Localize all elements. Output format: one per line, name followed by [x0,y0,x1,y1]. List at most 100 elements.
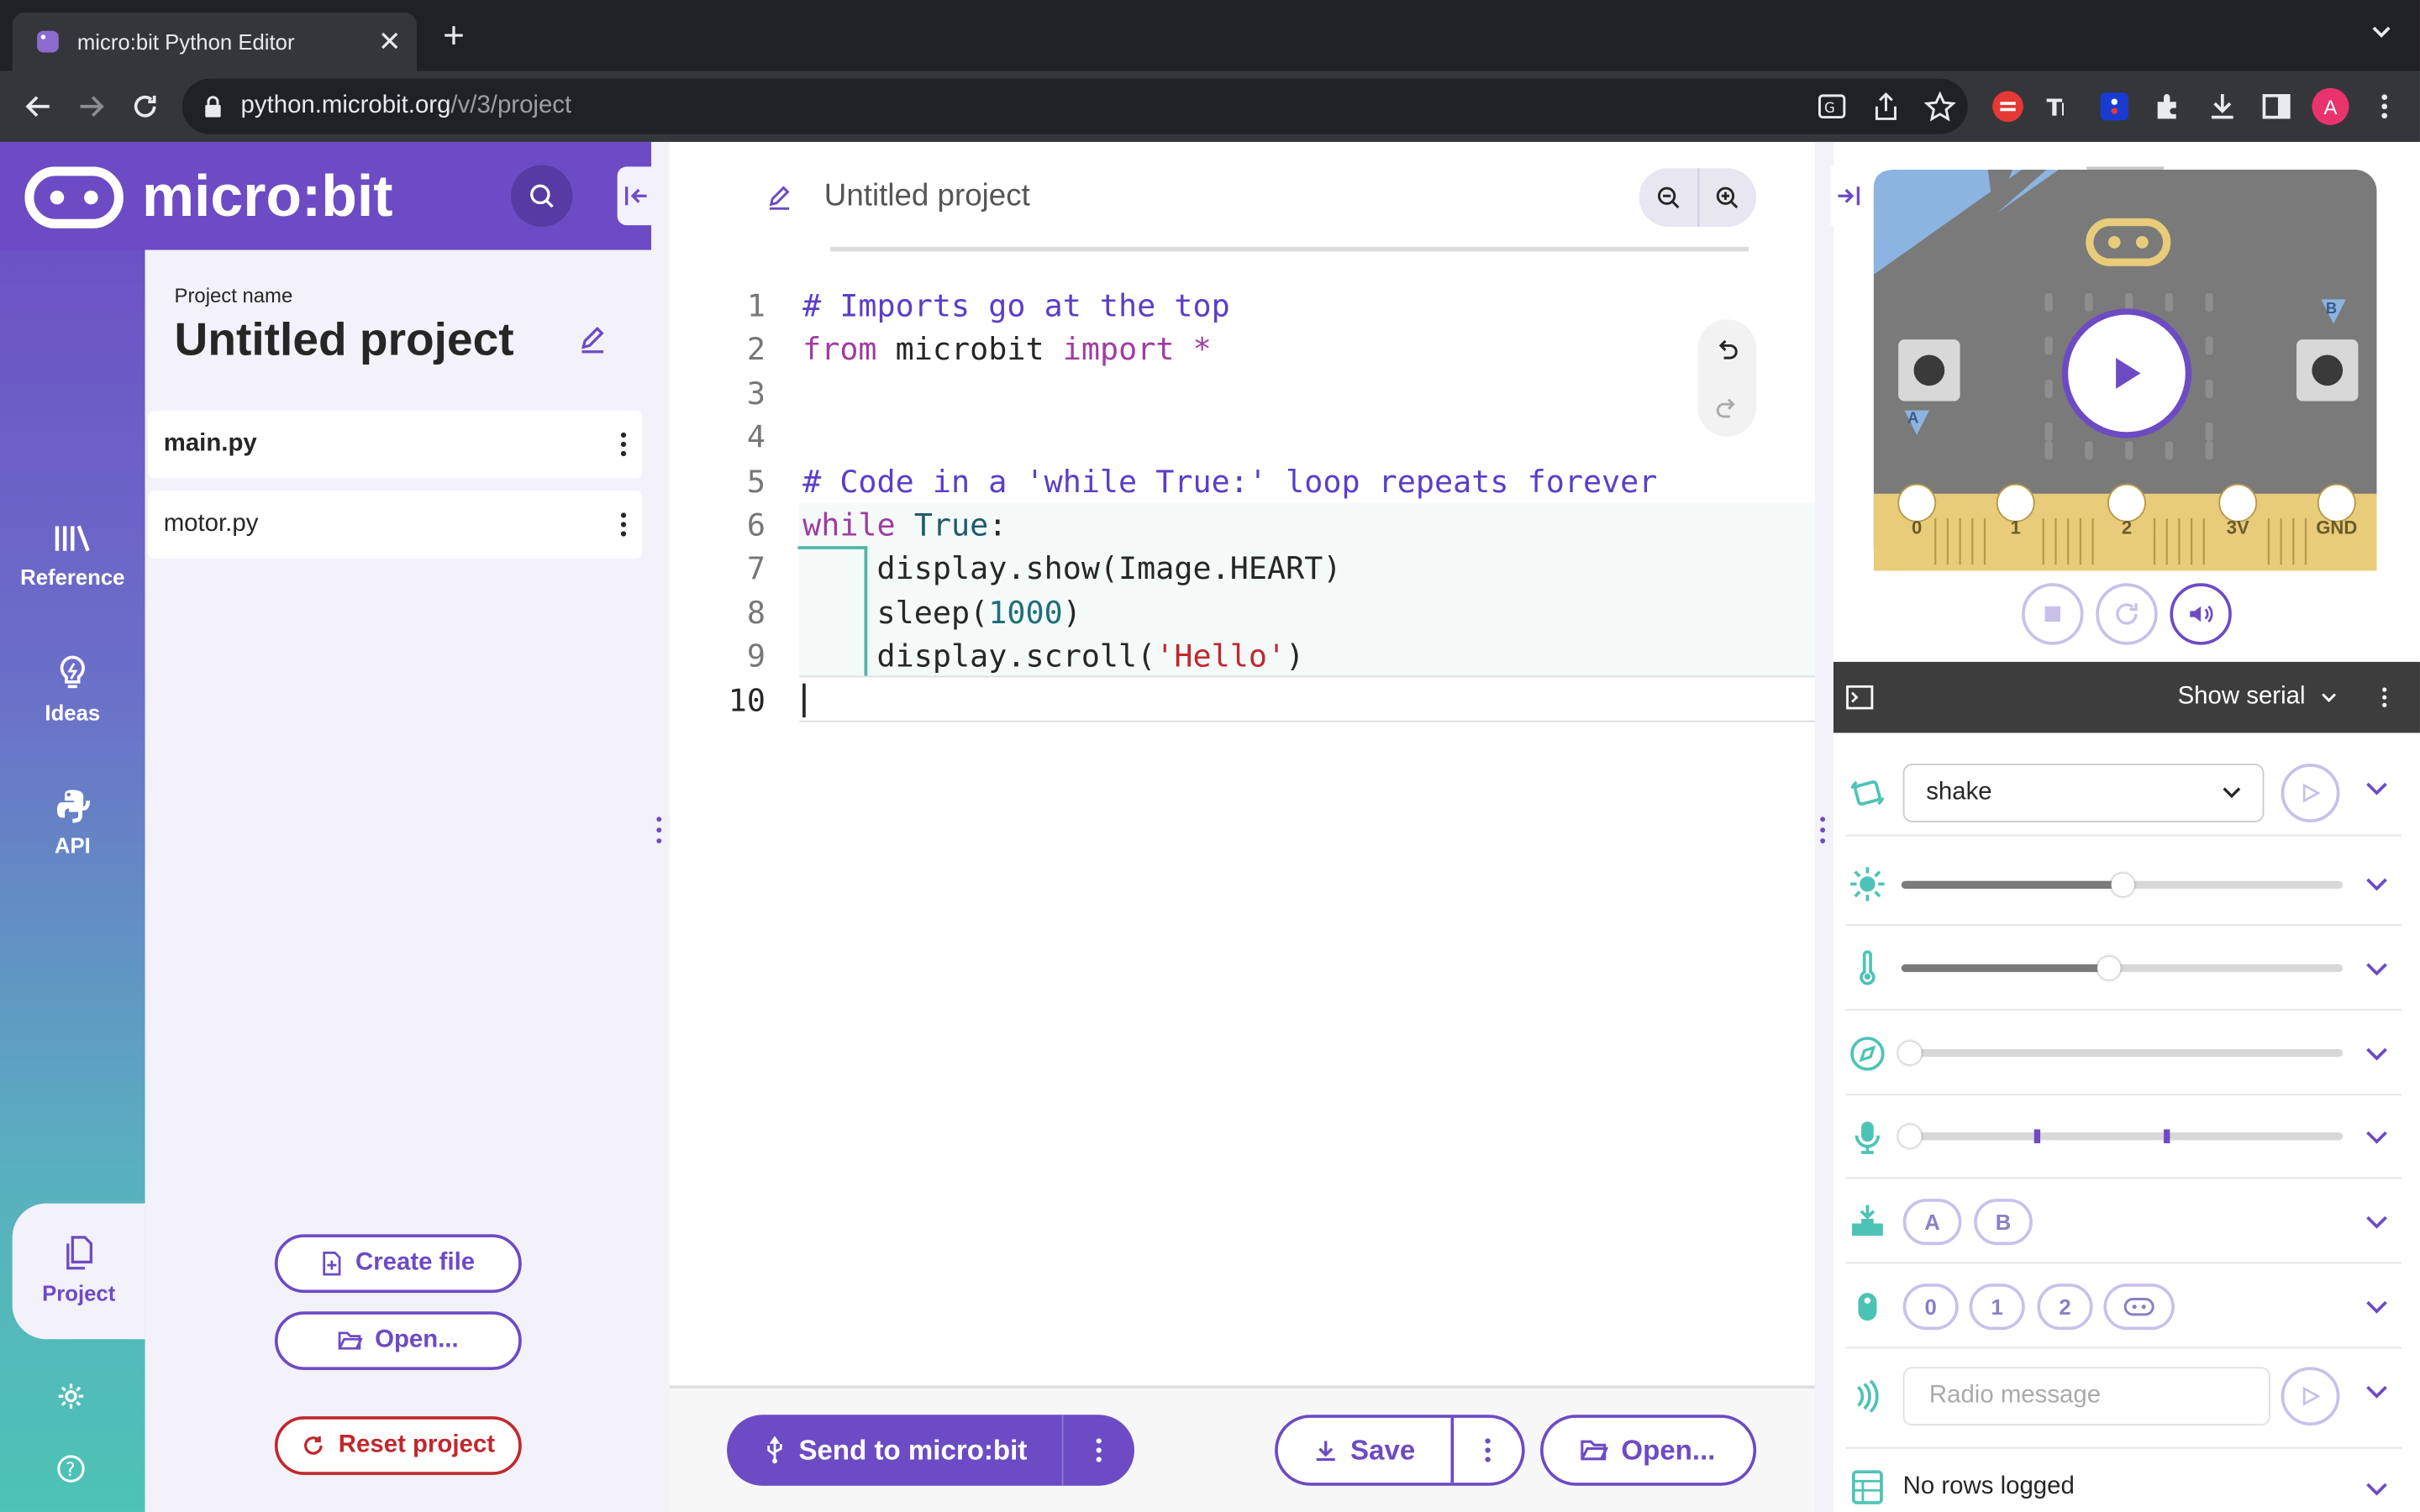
serial-chevron-icon[interactable] [2321,691,2336,704]
expand-gesture-chevron-icon[interactable] [2365,780,2389,795]
side-panel-icon[interactable] [2260,90,2293,123]
file-menu-icon[interactable] [620,432,627,457]
line-number: 10 [728,681,766,719]
expand-light-chevron-icon[interactable] [2365,876,2389,891]
button-b[interactable] [2296,339,2358,401]
simulator-play-button[interactable] [2061,308,2192,438]
help-icon[interactable]: ? [55,1453,87,1484]
compass-slider[interactable] [1898,1041,2344,1065]
sim-logo-touch[interactable] [2103,1284,2175,1331]
code-line[interactable]: 3 [679,371,1815,414]
sim-pin-2[interactable]: 2 [2037,1284,2093,1331]
light-slider[interactable] [1901,873,2344,897]
tab-search-chevron-icon[interactable] [2370,24,2392,39]
close-tab-icon[interactable]: ✕ [378,25,402,58]
zoom-out-button[interactable] [1639,168,1697,227]
button-a[interactable] [1898,339,1960,401]
zoom-in-button[interactable] [1697,168,1756,227]
expand-buttons-chevron-icon[interactable] [2365,1214,2389,1229]
code-line[interactable]: 10 [679,678,1815,721]
resize-handle-left[interactable] [655,815,664,846]
serial-menu-icon[interactable] [2381,685,2387,709]
svg-text:I: I [2060,100,2065,120]
file-menu-icon[interactable] [620,512,627,537]
collapse-simulator-button[interactable] [1830,166,1868,226]
editor-project-title[interactable]: Untitled project [824,179,1030,214]
code-line[interactable]: 9 display.scroll('Hello') [679,634,1815,677]
back-icon[interactable] [22,90,55,123]
send-radio-button[interactable] [2281,1367,2340,1426]
search-button[interactable] [510,165,573,227]
sim-button-b[interactable]: B [1974,1199,2033,1246]
file-item-motor[interactable]: motor.py [148,491,643,559]
sim-pin-1[interactable]: 1 [1969,1284,2025,1331]
expand-temperature-chevron-icon[interactable] [2365,961,2389,976]
save-more-button[interactable] [1454,1438,1522,1462]
extension-blue-icon[interactable] [2097,90,2131,123]
redo-button[interactable] [1697,378,1756,437]
extension-red-icon[interactable] [1991,90,2024,123]
code-line[interactable]: 2 from microbit import * [679,328,1815,370]
send-gesture-button[interactable] [2281,764,2340,822]
browser-tab[interactable]: micro:bit Python Editor ✕ [12,12,417,71]
save-button[interactable]: Save [1275,1415,1525,1486]
sound-slider-knob[interactable] [1898,1124,1922,1148]
file-item-main[interactable]: main.py [148,410,643,479]
undo-button[interactable] [1697,319,1756,378]
create-file-button[interactable]: Create file [274,1234,522,1294]
new-tab-icon[interactable]: + [439,18,470,55]
forward-icon[interactable] [74,90,108,123]
share-icon[interactable] [1869,90,1902,123]
simulator-mute-button[interactable] [2170,583,2232,645]
collapse-sidebar-button[interactable] [617,166,655,226]
code-line[interactable]: 5 # Code in a 'while True:' loop repeats … [679,459,1815,502]
radio-message-input[interactable]: Radio message [1902,1367,2270,1426]
sim-button-a[interactable]: A [1902,1199,1962,1246]
open-button[interactable]: Open... [1540,1415,1757,1486]
expand-data-log-chevron-icon[interactable] [2365,1481,2389,1496]
edit-title-icon[interactable] [765,184,793,212]
translate-icon[interactable]: G [1815,90,1849,123]
reload-icon[interactable] [128,90,161,123]
address-bar[interactable]: python.microbit.org/v/3/project [182,78,1968,134]
sidebar-item-api[interactable]: API [0,787,145,858]
edit-project-name-icon[interactable] [577,324,608,355]
expand-compass-chevron-icon[interactable] [2365,1046,2389,1061]
expand-sound-chevron-icon[interactable] [2365,1129,2389,1144]
send-more-button[interactable] [1063,1438,1134,1462]
temperature-slider[interactable] [1901,956,2344,980]
code-line[interactable]: 7 display.show(Image.HEART) [679,547,1815,590]
code-line[interactable]: 4 [679,415,1815,458]
sound-threshold-low-marker[interactable] [2033,1129,2041,1143]
settings-gear-icon[interactable] [55,1381,87,1412]
send-to-microbit-button[interactable]: Send to micro:bit [727,1415,1134,1486]
sound-slider[interactable] [1898,1124,2344,1148]
code-line[interactable]: 1 # Imports go at the top [679,284,1815,327]
sim-pin-0[interactable]: 0 [1902,1284,1959,1331]
extension-text-icon[interactable]: TI [2044,90,2077,123]
open-file-button[interactable]: Open... [274,1311,522,1370]
download-icon[interactable] [2206,90,2239,123]
compass-slider-knob[interactable] [1898,1041,1922,1065]
light-slider-fill [1901,880,2123,889]
expand-radio-chevron-icon[interactable] [2365,1384,2389,1399]
sidebar-item-project-label[interactable]: Project [13,1234,145,1305]
resize-handle-right[interactable] [1818,815,1828,846]
extensions-puzzle-icon[interactable] [2151,90,2185,123]
code-text: from microbit import * [802,330,1212,368]
profile-avatar[interactable]: A [2312,87,2349,125]
show-serial-label[interactable]: Show serial [2178,684,2306,711]
bookmark-star-icon[interactable] [1923,90,1957,123]
light-slider-knob[interactable] [2111,873,2135,897]
gesture-select[interactable]: shake [1902,764,2265,822]
sidebar-item-ideas[interactable]: Ideas [0,654,145,725]
sound-threshold-high-marker[interactable] [2164,1129,2170,1143]
expand-touch-chevron-icon[interactable] [2365,1299,2389,1315]
simulator-stop-button[interactable] [2022,583,2084,645]
code-line[interactable]: 8 sleep(1000) [679,591,1815,633]
simulator-reset-button[interactable] [2096,583,2158,645]
code-line[interactable]: 6 while True: [679,503,1815,546]
reset-project-button[interactable]: Reset project [274,1416,522,1475]
browser-menu-icon[interactable] [2367,90,2401,123]
sidebar-item-reference[interactable]: Reference [0,522,145,590]
